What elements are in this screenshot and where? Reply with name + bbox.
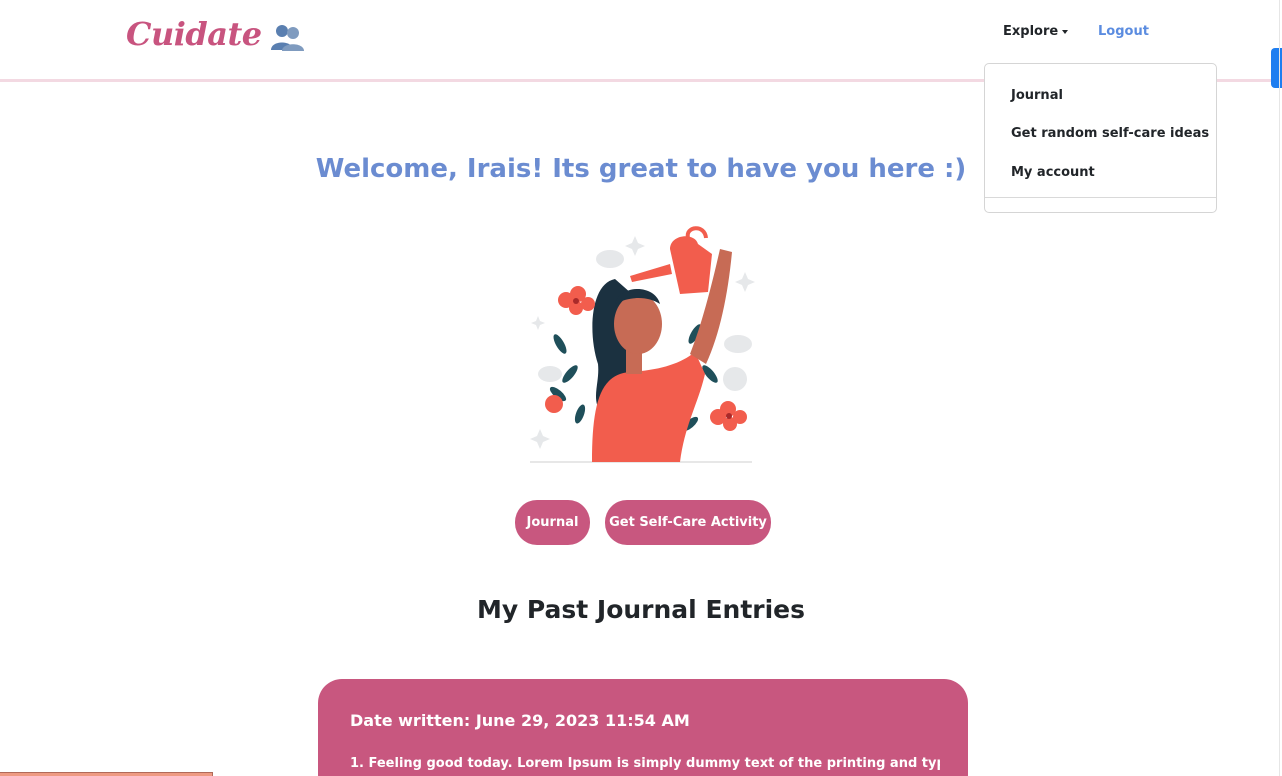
journal-button[interactable]: Journal (515, 500, 590, 545)
welcome-heading: Welcome, Irais! Its great to have you he… (315, 154, 967, 184)
side-tab-handle[interactable] (1271, 48, 1282, 88)
scrollbar-track (1279, 0, 1280, 776)
users-icon (270, 25, 304, 51)
dropdown-item-random-ideas[interactable]: Get random self-care ideas (1011, 126, 1209, 141)
brand-name: Cuidate (126, 15, 262, 53)
bottom-notification-strip (0, 772, 213, 776)
dropdown-divider (985, 197, 1216, 198)
journal-entry-card[interactable]: Date written: June 29, 2023 11:54 AM 1. … (318, 679, 968, 776)
self-care-activity-button[interactable]: Get Self-Care Activity (605, 500, 771, 545)
brand-logo[interactable]: Cuidate (126, 12, 304, 56)
dropdown-item-journal[interactable]: Journal (1011, 88, 1063, 103)
caret-down-icon (1062, 30, 1069, 34)
explore-dropdown-toggle[interactable]: Explore (1003, 24, 1069, 39)
entry-date: Date written: June 29, 2023 11:54 AM (350, 711, 690, 730)
past-entries-heading: My Past Journal Entries (476, 595, 806, 624)
woman-watering-plants-illustration (530, 226, 755, 463)
explore-dropdown-menu: Journal Get random self-care ideas My ac… (984, 63, 1217, 213)
explore-label: Explore (1003, 24, 1059, 39)
entry-text: 1. Feeling good today. Lorem Ipsum is si… (350, 756, 940, 771)
logout-link[interactable]: Logout (1098, 24, 1149, 39)
